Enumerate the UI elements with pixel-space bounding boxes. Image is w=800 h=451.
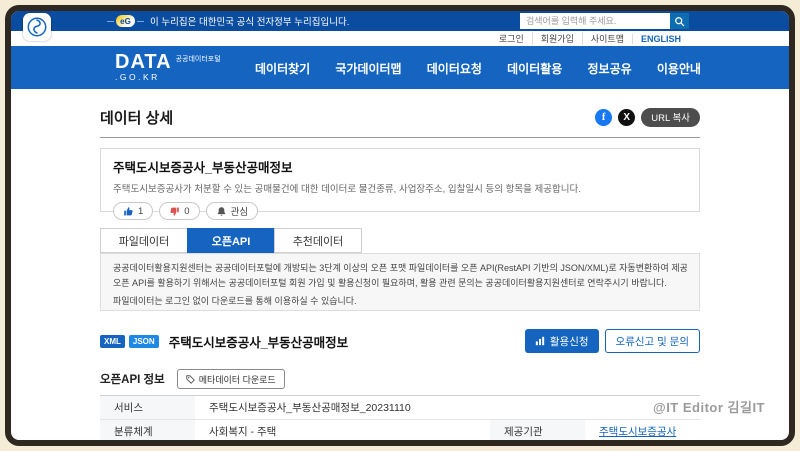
thumbs-up-icon: [124, 206, 133, 215]
like-count: 1: [138, 205, 144, 217]
api-title: 주택도시보증공사_부동산공매정보: [168, 335, 349, 350]
reaction-row: 1 0 관심: [113, 202, 687, 220]
url-copy-button[interactable]: URL 복사: [641, 107, 700, 127]
dislike-count: 0: [184, 205, 190, 217]
api-actions: 활용신청 오류신고 및 문의: [524, 329, 700, 353]
tab-file-data[interactable]: 파일데이터: [100, 228, 188, 253]
nav-item-data-use[interactable]: 데이터활용: [507, 60, 562, 77]
dataset-summary-box: 주택도시보증공사_부동산공매정보 주택도시보증공사가 처분할 수 있는 공매물건…: [100, 148, 700, 220]
open-api-info-section: 오픈API 정보 메타데이터 다운로드: [100, 368, 700, 390]
emblem-icon: [27, 17, 47, 37]
provider-value-cell: 주택도시보증공사: [585, 420, 700, 440]
signup-link[interactable]: 회원가입: [531, 32, 582, 45]
nav-item-find-data[interactable]: 데이터찾기: [255, 60, 310, 77]
provider-link[interactable]: 주택도시보증공사: [599, 424, 676, 439]
api-info-table: 서비스 주택도시보증공사_부동산공매정보_20231110 분류체계 사회복지 …: [100, 395, 700, 440]
notice-line-3: 파일데이터는 로그인 없이 다운로드를 통해 이용하실 수 있습니다.: [113, 295, 357, 306]
utility-bar: 로그인 회원가입 사이트맵 ENGLISH: [11, 31, 789, 46]
interest-label: 관심: [230, 207, 249, 218]
service-value-cell: 주택도시보증공사_부동산공매정보_20231110: [209, 402, 411, 414]
main-header: DATA 공공데이터포털 .GO.KR 데이터찾기 국가데이터맵 데이터요청 데…: [11, 46, 789, 89]
api-title-bar: XML JSON 주택도시보증공사_부동산공매정보 활용신청 오류신고 및 문의: [100, 327, 700, 355]
category-label-cell: 분류체계: [100, 420, 195, 440]
nav-item-national-data-map[interactable]: 국가데이터맵: [335, 60, 401, 77]
search-icon: [675, 16, 685, 26]
dislike-button[interactable]: 0: [159, 202, 200, 220]
search-button[interactable]: [670, 13, 689, 29]
title-divider: [100, 137, 700, 138]
interest-button[interactable]: 관심: [205, 202, 259, 220]
facebook-share-icon[interactable]: f: [595, 108, 613, 126]
dataset-description: 주택도시보증공사가 처분할 수 있는 공매물건에 대한 데이터로 물건종류, 사…: [113, 184, 581, 195]
category-value-cell: 사회복지 - 주택: [209, 426, 277, 438]
metadata-download-button[interactable]: 메타데이터 다운로드: [176, 369, 285, 389]
bell-icon: [217, 206, 225, 216]
site-emblem: [23, 13, 51, 41]
decorative-frame: eG 이 누리집은 대한민국 공식 전자정부 누리집입니다. 검색어를 입력해 …: [0, 0, 800, 451]
metadata-download-label: 메타데이터 다운로드: [198, 374, 276, 385]
sitemap-link[interactable]: 사이트맵: [581, 32, 632, 45]
egov-dash: [107, 20, 114, 22]
page-title: 데이터 상세: [100, 109, 174, 127]
egov-dash: [137, 20, 144, 22]
tab-open-api[interactable]: 오픈API: [187, 228, 275, 253]
notice-line-1: 공공데이터활용지원센터는 공공데이터포털에 개방되는 3단계 이상의 오픈 포맷…: [113, 263, 687, 273]
logo-caption: 공공데이터포털: [175, 56, 221, 63]
logo-main-text: DATA: [115, 51, 172, 73]
english-link[interactable]: ENGLISH: [631, 33, 689, 44]
nav-item-data-request[interactable]: 데이터요청: [427, 60, 482, 77]
apply-use-button[interactable]: 활용신청: [524, 329, 599, 353]
share-cluster: f X URL 복사: [595, 107, 700, 127]
xml-format-badge: XML: [100, 334, 125, 348]
gov-banner: eG 이 누리집은 대한민국 공식 전자정부 누리집입니다.: [11, 11, 789, 31]
egov-mark: eG: [107, 15, 144, 27]
table-row: 분류체계 사회복지 - 주택 제공기관 주택도시보증공사: [100, 420, 700, 440]
site-logo[interactable]: DATA 공공데이터포털 .GO.KR: [115, 52, 221, 82]
x-share-icon[interactable]: X: [618, 108, 636, 126]
main-nav: 데이터찾기 국가데이터맵 데이터요청 데이터활용 정보공유 이용안내: [255, 60, 701, 77]
json-format-badge: JSON: [128, 334, 159, 348]
search-input[interactable]: [520, 13, 670, 29]
dataset-tabs: 파일데이터 오픈API 추천데이터: [100, 228, 700, 253]
page-title-row: 데이터 상세 f X URL 복사: [100, 106, 700, 128]
like-button[interactable]: 1: [113, 202, 154, 220]
thumbs-down-icon: [170, 207, 180, 216]
open-api-info-label: 오픈API 정보: [100, 374, 165, 386]
tab-recommended-data[interactable]: 추천데이터: [274, 228, 362, 253]
table-row: 서비스 주택도시보증공사_부동산공매정보_20231110: [100, 396, 700, 420]
notice-line-2: 오픈 API를 활용하기 위해서는 공공데이터포털 회원 가입 및 활용신청이 …: [113, 277, 667, 288]
dataset-title: 주택도시보증공사_부동산공매정보: [113, 161, 293, 175]
login-link[interactable]: 로그인: [491, 32, 532, 45]
tag-icon: [185, 374, 195, 384]
nav-item-info-share[interactable]: 정보공유: [587, 60, 631, 77]
open-api-notice: 공공데이터활용지원센터는 공공데이터포털에 개방되는 3단계 이상의 오픈 포맷…: [100, 253, 700, 311]
logo-sub-text: .GO.KR: [115, 72, 160, 82]
gov-banner-text: 이 누리집은 대한민국 공식 전자정부 누리집입니다.: [150, 17, 350, 28]
service-label-cell: 서비스: [100, 396, 195, 419]
chart-icon: [535, 336, 545, 346]
error-report-button[interactable]: 오류신고 및 문의: [604, 329, 700, 353]
nav-item-guide[interactable]: 이용안내: [657, 60, 701, 77]
apply-use-label: 활용신청: [549, 335, 589, 348]
egov-logo-icon: eG: [116, 15, 135, 27]
search-box: [520, 13, 689, 29]
portal-page: eG 이 누리집은 대한민국 공식 전자정부 누리집입니다. 검색어를 입력해 …: [5, 5, 795, 446]
provider-label-cell: 제공기관: [490, 420, 585, 440]
